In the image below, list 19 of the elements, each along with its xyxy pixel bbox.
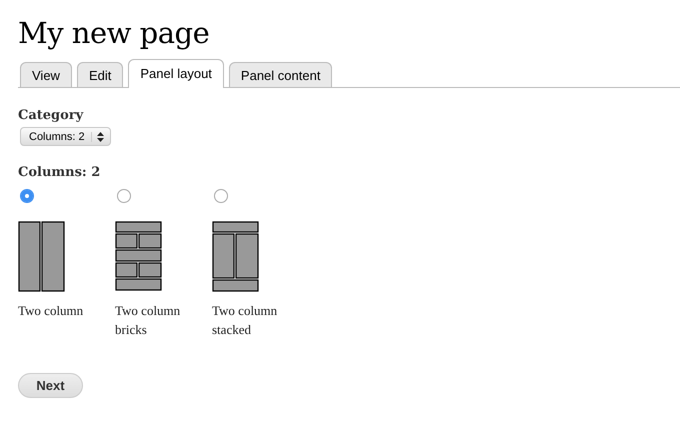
layout-label: Two column bricks: [115, 302, 182, 339]
stepper-arrows-icon: [90, 132, 104, 142]
page-title: My new page: [18, 15, 210, 52]
layout-label: Two column stacked: [212, 302, 278, 339]
layout-label: Two column: [18, 302, 84, 320]
column-layout-icon[interactable]: [18, 221, 66, 292]
column-layout-icon[interactable]: [212, 221, 260, 292]
tab[interactable]: Edit: [76, 62, 124, 87]
radio-button[interactable]: [117, 189, 131, 203]
radio-button[interactable]: [214, 189, 228, 203]
tab[interactable]: View: [20, 62, 72, 87]
tab[interactable]: Panel content: [228, 62, 332, 87]
section-heading: Columns: 2: [18, 165, 102, 180]
category-select[interactable]: Columns: 2: [20, 127, 111, 146]
bricks-layout-icon[interactable]: [115, 221, 163, 292]
next-button[interactable]: Next: [18, 373, 83, 398]
tab[interactable]: Panel layout: [128, 59, 224, 88]
radio-button[interactable]: [20, 189, 34, 203]
field-label: Category: [18, 108, 84, 123]
